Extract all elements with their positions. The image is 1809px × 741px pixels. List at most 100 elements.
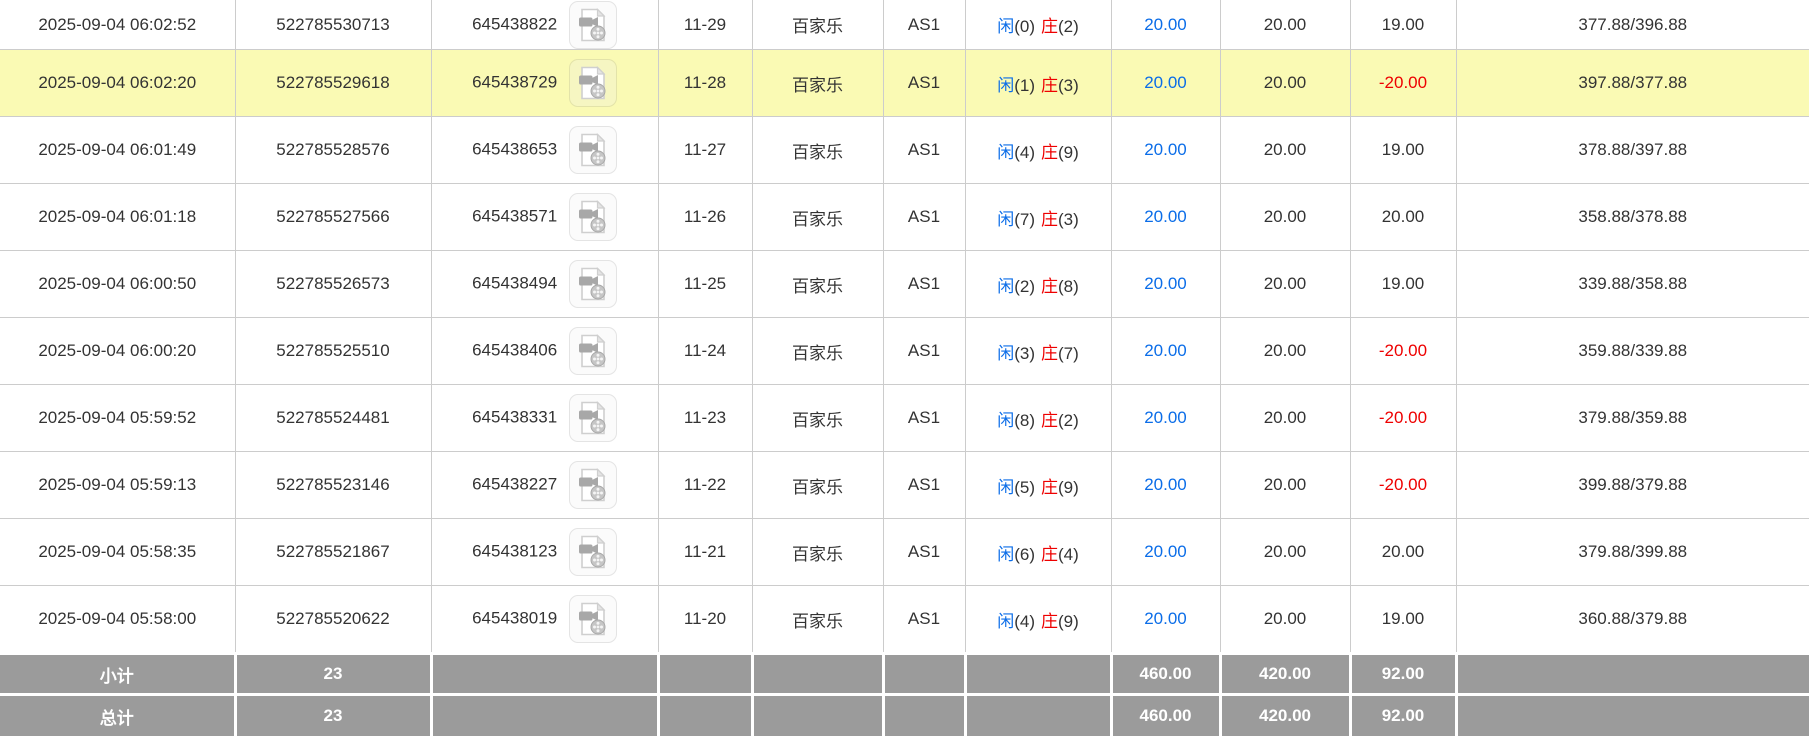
banker-label: 庄 [1041, 411, 1058, 430]
valid-amount-cell: 20.00 [1220, 50, 1350, 117]
banker-label: 庄 [1041, 17, 1058, 36]
win-loss-cell: -20.00 [1350, 50, 1456, 117]
win-loss-cell: 19.00 [1350, 586, 1456, 654]
bet-time-cell: 2025-09-04 06:02:52 [0, 0, 235, 50]
table-row[interactable]: 2025-09-04 05:58:00522785520622645438019… [0, 586, 1809, 654]
bet-amount-link[interactable]: 20.00 [1111, 385, 1220, 452]
bet-amount-link[interactable]: 20.00 [1111, 586, 1220, 654]
summary-bet-total-cell: 460.00 [1111, 695, 1220, 737]
table-row[interactable]: 2025-09-04 06:02:20522785529618645438729… [0, 50, 1809, 117]
player-label: 闲 [997, 210, 1014, 229]
table-row[interactable]: 2025-09-04 06:01:18522785527566645438571… [0, 184, 1809, 251]
result-cell: 闲(5)庄(9) [965, 452, 1111, 519]
banker-label: 庄 [1041, 277, 1058, 296]
bet-time-cell: 2025-09-04 06:00:50 [0, 251, 235, 318]
subtotal-row: 小计23460.00420.0092.00 [0, 654, 1809, 695]
balance-cell: 359.88/339.88 [1456, 318, 1809, 385]
summary-empty-cell [965, 654, 1111, 695]
result-cell: 闲(1)庄(3) [965, 50, 1111, 117]
bet-id-cell: 522785526573 [235, 251, 431, 318]
win-loss-cell: 19.00 [1350, 117, 1456, 184]
win-loss-cell: -20.00 [1350, 385, 1456, 452]
round-number-cell: 11-26 [658, 184, 752, 251]
video-replay-button[interactable] [569, 126, 617, 174]
bet-id-cell: 522785521867 [235, 519, 431, 586]
video-replay-button[interactable] [569, 461, 617, 509]
total-row: 总计23460.00420.0092.00 [0, 695, 1809, 737]
bet-amount-link[interactable]: 20.00 [1111, 318, 1220, 385]
valid-amount-cell: 20.00 [1220, 452, 1350, 519]
bet-amount-link[interactable]: 20.00 [1111, 0, 1220, 50]
banker-score: (3) [1058, 210, 1079, 229]
video-replay-button[interactable] [569, 394, 617, 442]
game-round-id: 645438494 [472, 273, 557, 292]
summary-empty-cell [883, 654, 965, 695]
video-replay-button[interactable] [569, 595, 617, 643]
summary-empty-cell [658, 695, 752, 737]
valid-amount-cell: 20.00 [1220, 117, 1350, 184]
video-replay-button[interactable] [569, 193, 617, 241]
result-cell: 闲(4)庄(9) [965, 586, 1111, 654]
summary-count-cell: 23 [235, 654, 431, 695]
video-file-icon [578, 8, 608, 42]
game-round-id-cell: 645438331 [431, 385, 658, 452]
video-file-icon [578, 267, 608, 301]
table-row[interactable]: 2025-09-04 06:00:20522785525510645438406… [0, 318, 1809, 385]
balance-cell: 379.88/359.88 [1456, 385, 1809, 452]
summary-label-cell: 小计 [0, 654, 235, 695]
bet-id-cell: 522785524481 [235, 385, 431, 452]
table-name-cell: AS1 [883, 519, 965, 586]
summary-empty-cell [965, 695, 1111, 737]
round-number-cell: 11-24 [658, 318, 752, 385]
video-replay-button[interactable] [569, 59, 617, 107]
bet-amount-link[interactable]: 20.00 [1111, 50, 1220, 117]
balance-cell: 399.88/379.88 [1456, 452, 1809, 519]
game-round-id-cell: 645438019 [431, 586, 658, 654]
game-round-id-cell: 645438729 [431, 50, 658, 117]
player-score: (4) [1014, 143, 1035, 162]
game-round-id-cell: 645438406 [431, 318, 658, 385]
game-type-cell: 百家乐 [752, 519, 883, 586]
video-file-icon [578, 334, 608, 368]
table-row[interactable]: 2025-09-04 06:01:49522785528576645438653… [0, 117, 1809, 184]
valid-amount-cell: 20.00 [1220, 586, 1350, 654]
video-replay-button[interactable] [569, 327, 617, 375]
win-loss-cell: -20.00 [1350, 452, 1456, 519]
player-label: 闲 [997, 411, 1014, 430]
banker-label: 庄 [1041, 344, 1058, 363]
bet-amount-link[interactable]: 20.00 [1111, 117, 1220, 184]
win-loss-cell: 20.00 [1350, 184, 1456, 251]
balance-cell: 360.88/379.88 [1456, 586, 1809, 654]
summary-empty-cell [1456, 695, 1809, 737]
table-name-cell: AS1 [883, 117, 965, 184]
game-type-cell: 百家乐 [752, 452, 883, 519]
bet-id-cell: 522785530713 [235, 0, 431, 50]
video-replay-button[interactable] [569, 528, 617, 576]
summary-empty-cell [431, 654, 658, 695]
video-replay-button[interactable] [569, 260, 617, 308]
summary-winloss-total-cell: 92.00 [1350, 695, 1456, 737]
video-file-icon [578, 401, 608, 435]
table-row[interactable]: 2025-09-04 06:00:50522785526573 645438494… [0, 251, 1809, 318]
summary-count-cell: 23 [235, 695, 431, 737]
banker-label: 庄 [1041, 143, 1058, 162]
bet-amount-link[interactable]: 20.00 [1111, 519, 1220, 586]
bet-time-cell: 2025-09-04 05:58:00 [0, 586, 235, 654]
player-label: 闲 [997, 17, 1014, 36]
game-round-id: 645438653 [472, 139, 557, 158]
banker-label: 庄 [1041, 210, 1058, 229]
bet-amount-link[interactable]: 20.00 [1111, 452, 1220, 519]
table-row[interactable]: 2025-09-04 05:59:13522785523146645438227… [0, 452, 1809, 519]
table-row[interactable]: 2025-09-04 05:58:35522785521867645438123… [0, 519, 1809, 586]
round-number-cell: 11-29 [658, 0, 752, 50]
round-number-cell: 11-20 [658, 586, 752, 654]
bet-amount-link[interactable]: 20.00 [1111, 184, 1220, 251]
bet-records-table: 2025-09-04 06:02:52522785530713645438822… [0, 0, 1809, 736]
bet-amount-link[interactable]: 20.00 [1111, 251, 1220, 318]
table-row[interactable]: 2025-09-04 06:02:52522785530713645438822… [0, 0, 1809, 50]
game-round-id-cell: 645438571 [431, 184, 658, 251]
video-replay-button[interactable] [569, 1, 617, 49]
game-type-cell: 百家乐 [752, 318, 883, 385]
bet-time-cell: 2025-09-04 05:58:35 [0, 519, 235, 586]
table-row[interactable]: 2025-09-04 05:59:52522785524481645438331… [0, 385, 1809, 452]
